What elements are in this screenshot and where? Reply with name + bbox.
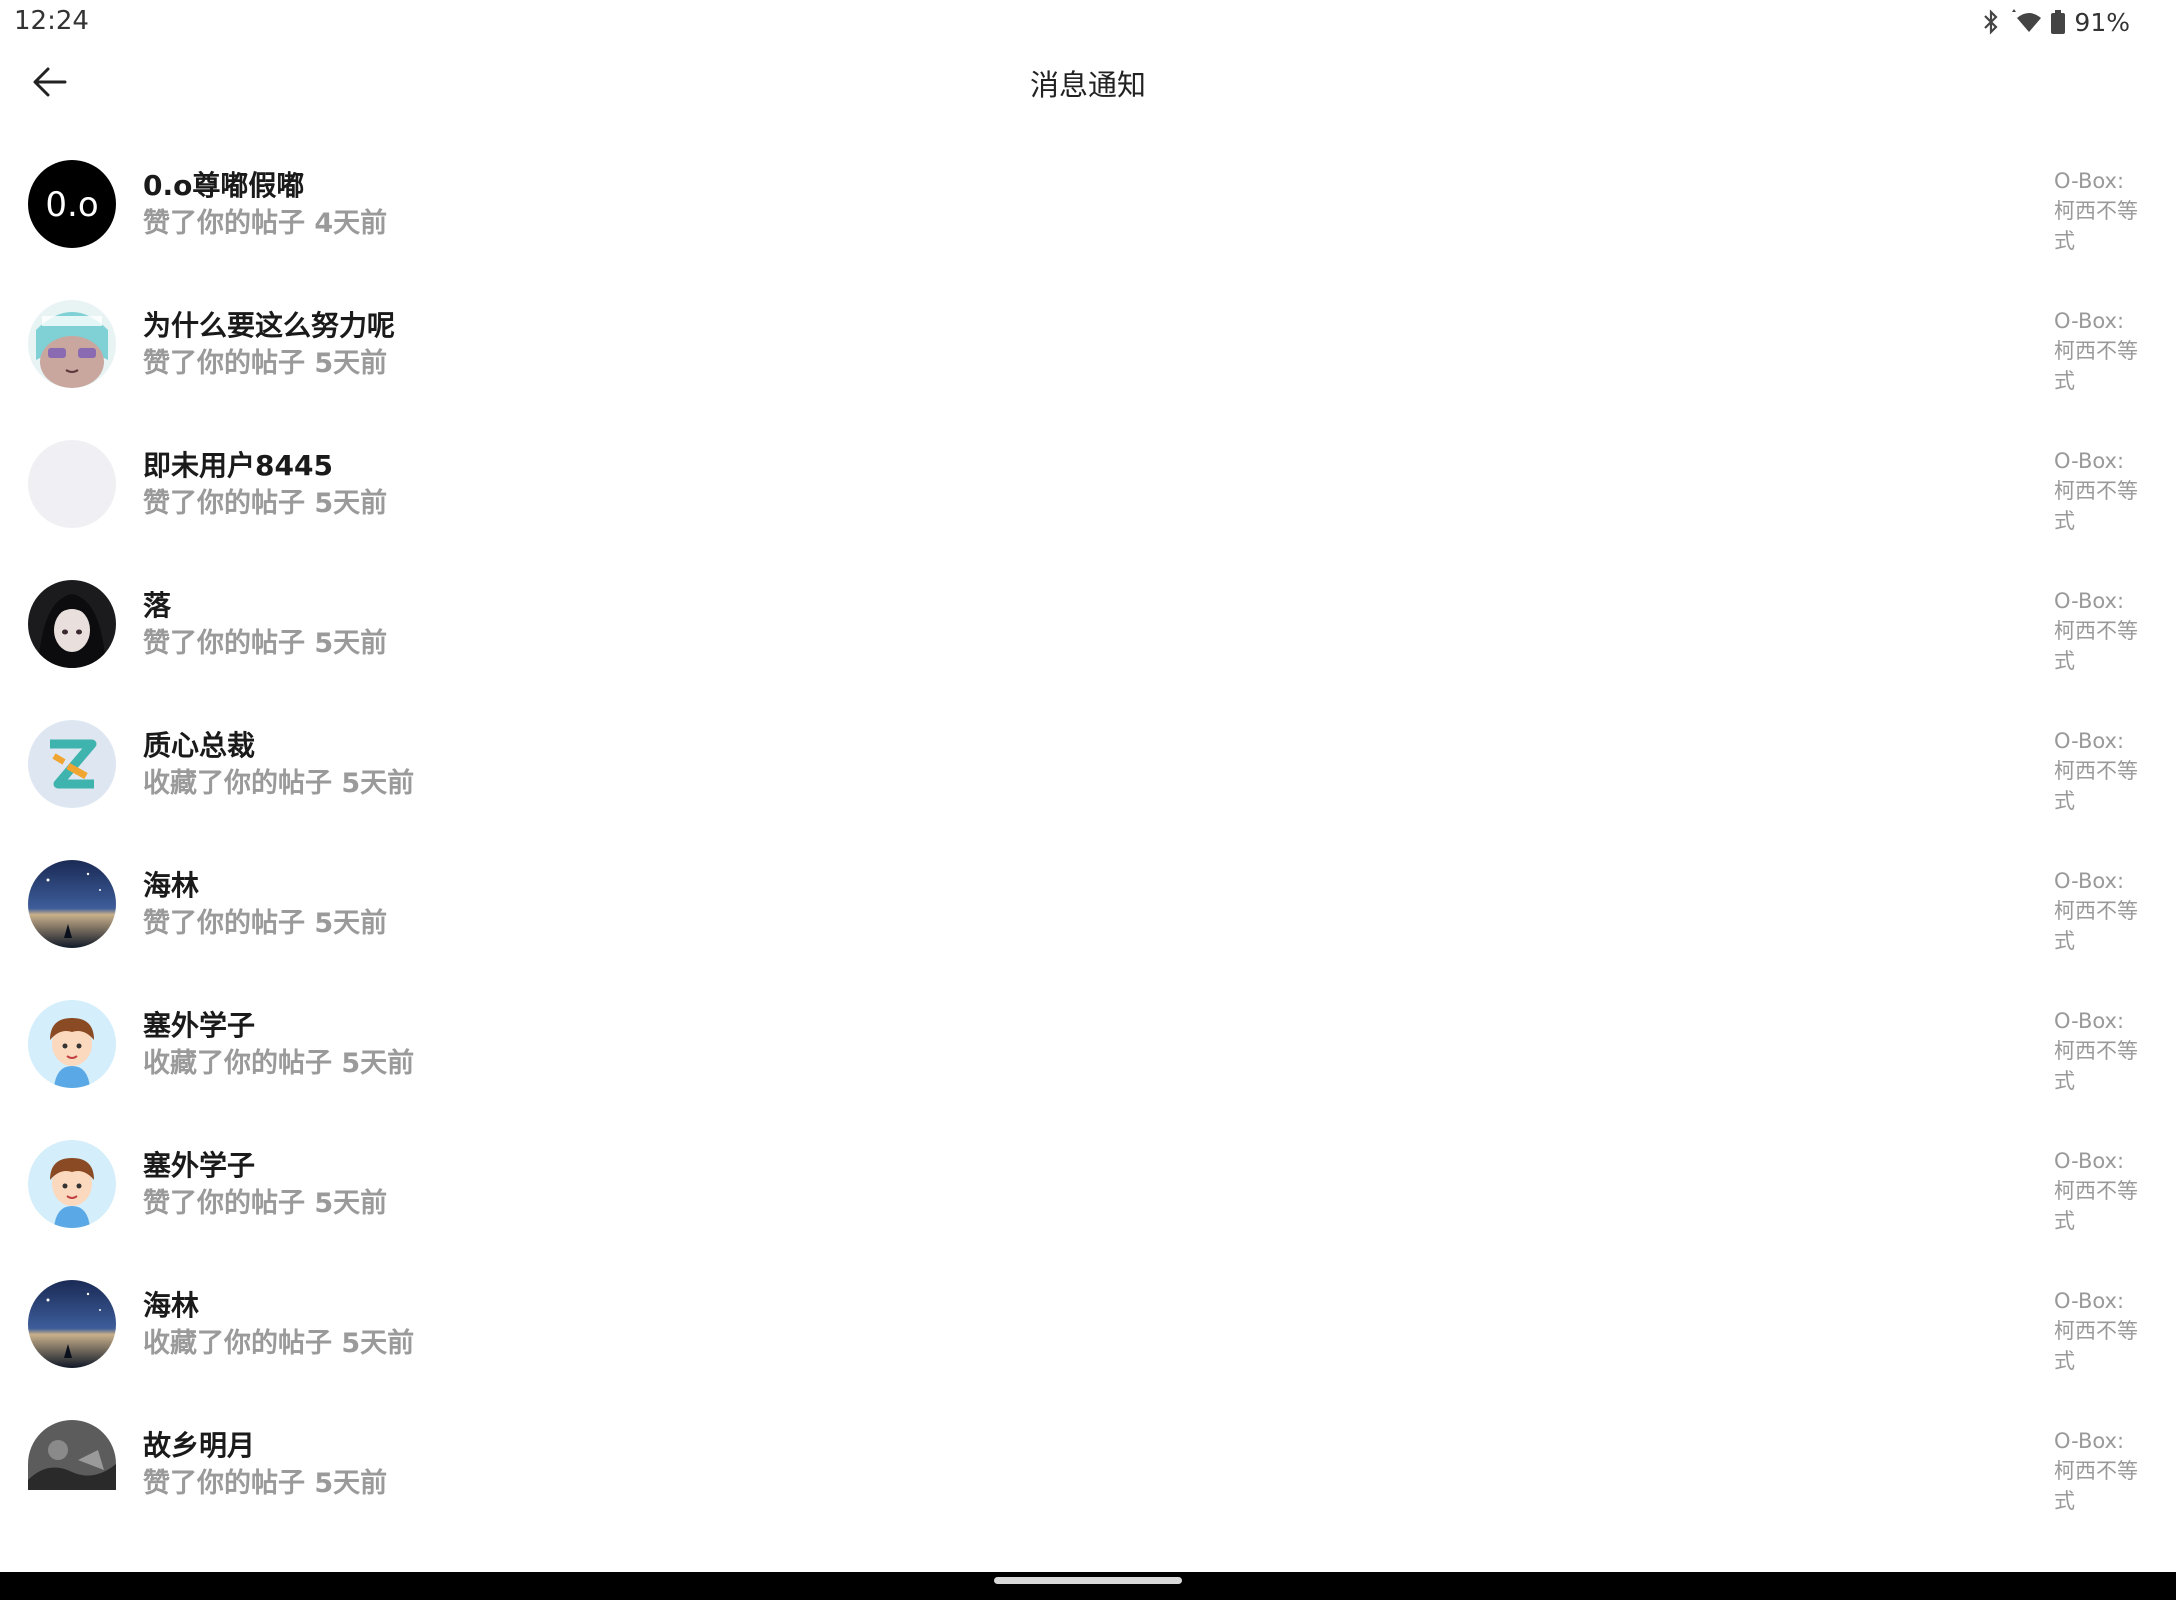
post-reference[interactable]: O-Box:柯西不等式 bbox=[2054, 1286, 2144, 1376]
notification-item[interactable]: 即未用户8445 赞了你的帖子 5天前 O-Box:柯西不等式 bbox=[0, 400, 2176, 540]
notification-item[interactable]: 故乡明月 赞了你的帖子 5天前 O-Box:柯西不等式 bbox=[0, 1380, 2176, 1520]
user-name[interactable]: 为什么要这么努力呢 bbox=[143, 304, 395, 344]
notification-list: 0.o 0.o尊嘟假嘟 赞了你的帖子 4天前 O-Box:柯西不等式 为什么要这… bbox=[0, 120, 2176, 1572]
avatar[interactable] bbox=[28, 860, 116, 948]
notification-item[interactable]: 塞外学子 赞了你的帖子 5天前 O-Box:柯西不等式 bbox=[0, 1100, 2176, 1240]
notification-item[interactable]: 落 赞了你的帖子 5天前 O-Box:柯西不等式 bbox=[0, 540, 2176, 680]
notification-item[interactable]: 海林 赞了你的帖子 5天前 O-Box:柯西不等式 bbox=[0, 820, 2176, 960]
battery-percent: 91% bbox=[2074, 7, 2130, 37]
user-name[interactable]: 塞外学子 bbox=[143, 1004, 255, 1044]
notification-item[interactable]: 为什么要这么努力呢 赞了你的帖子 5天前 O-Box:柯西不等式 bbox=[0, 260, 2176, 400]
post-reference[interactable]: O-Box:柯西不等式 bbox=[2054, 1006, 2144, 1096]
status-icons: 91% bbox=[1982, 6, 2130, 38]
action-text: 赞了你的帖子 5天前 bbox=[143, 348, 388, 379]
wifi-icon bbox=[2008, 9, 2042, 35]
status-bar: 12:24 91% bbox=[0, 0, 2176, 44]
avatar[interactable] bbox=[28, 440, 116, 528]
status-time: 12:24 bbox=[14, 6, 89, 36]
avatar[interactable] bbox=[28, 1140, 116, 1228]
user-name[interactable]: 质心总裁 bbox=[143, 724, 255, 764]
notification-item[interactable]: 海林 收藏了你的帖子 5天前 O-Box:柯西不等式 bbox=[0, 1240, 2176, 1380]
user-name[interactable]: 故乡明月 bbox=[143, 1424, 255, 1464]
user-name[interactable]: 海林 bbox=[143, 864, 199, 904]
action-text: 赞了你的帖子 5天前 bbox=[143, 908, 388, 939]
post-reference[interactable]: O-Box:柯西不等式 bbox=[2054, 306, 2144, 396]
notification-item[interactable]: 质心总裁 收藏了你的帖子 5天前 O-Box:柯西不等式 bbox=[0, 680, 2176, 820]
page-title: 消息通知 bbox=[1029, 68, 1146, 102]
battery-icon bbox=[2050, 9, 2066, 35]
avatar[interactable] bbox=[28, 720, 116, 808]
action-text: 收藏了你的帖子 5天前 bbox=[143, 768, 415, 799]
user-name[interactable]: 塞外学子 bbox=[143, 1144, 255, 1184]
avatar[interactable] bbox=[28, 300, 116, 388]
action-text: 收藏了你的帖子 5天前 bbox=[143, 1048, 415, 1079]
home-gesture-handle[interactable] bbox=[994, 1577, 1182, 1584]
bluetooth-icon bbox=[1982, 9, 2000, 35]
post-reference[interactable]: O-Box:柯西不等式 bbox=[2054, 586, 2144, 676]
user-name[interactable]: 即未用户8445 bbox=[143, 444, 333, 484]
post-reference[interactable]: O-Box:柯西不等式 bbox=[2054, 166, 2144, 256]
post-reference[interactable]: O-Box:柯西不等式 bbox=[2054, 1426, 2144, 1516]
action-text: 收藏了你的帖子 5天前 bbox=[143, 1328, 415, 1359]
post-reference[interactable]: O-Box:柯西不等式 bbox=[2054, 726, 2144, 816]
action-text: 赞了你的帖子 4天前 bbox=[143, 208, 388, 239]
svg-text:0.o: 0.o bbox=[45, 185, 98, 225]
action-text: 赞了你的帖子 5天前 bbox=[143, 628, 388, 659]
user-name[interactable]: 落 bbox=[143, 584, 171, 624]
app-bar: 消息通知 bbox=[0, 44, 2176, 120]
user-name[interactable]: 海林 bbox=[143, 1284, 199, 1324]
action-text: 赞了你的帖子 5天前 bbox=[143, 1188, 388, 1219]
action-text: 赞了你的帖子 5天前 bbox=[143, 1468, 388, 1499]
user-name[interactable]: 0.o尊嘟假嘟 bbox=[143, 164, 304, 204]
avatar[interactable] bbox=[28, 1420, 116, 1490]
notification-item[interactable]: 0.o 0.o尊嘟假嘟 赞了你的帖子 4天前 O-Box:柯西不等式 bbox=[0, 120, 2176, 260]
action-text: 赞了你的帖子 5天前 bbox=[143, 488, 388, 519]
avatar[interactable]: 0.o bbox=[28, 160, 116, 248]
avatar[interactable] bbox=[28, 1280, 116, 1368]
avatar[interactable] bbox=[28, 1000, 116, 1088]
post-reference[interactable]: O-Box:柯西不等式 bbox=[2054, 1146, 2144, 1236]
post-reference[interactable]: O-Box:柯西不等式 bbox=[2054, 866, 2144, 956]
notification-item[interactable]: 塞外学子 收藏了你的帖子 5天前 O-Box:柯西不等式 bbox=[0, 960, 2176, 1100]
post-reference[interactable]: O-Box:柯西不等式 bbox=[2054, 446, 2144, 536]
avatar[interactable] bbox=[28, 580, 116, 668]
